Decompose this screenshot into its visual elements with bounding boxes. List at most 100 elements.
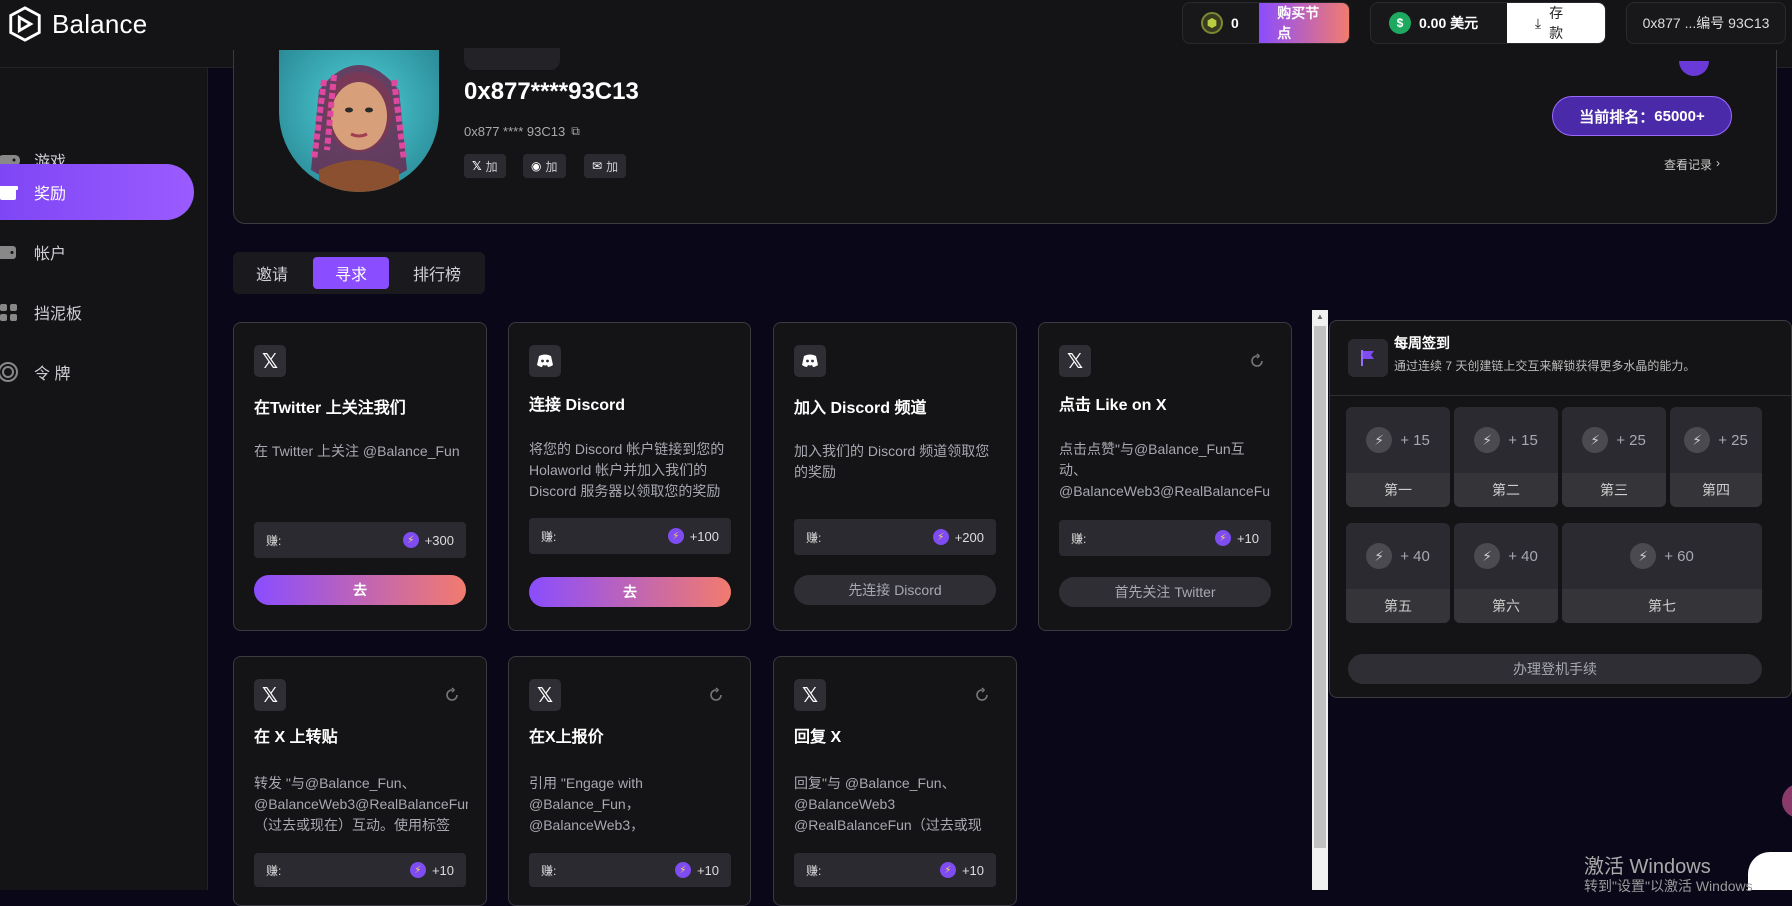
quest-go-button[interactable]: 去 <box>529 577 731 607</box>
bolt-icon: ⚡ <box>674 862 691 878</box>
add-email-button[interactable]: ✉ 加 <box>584 154 627 178</box>
discord-icon <box>794 345 826 377</box>
earn-label: 赚: <box>806 863 822 878</box>
x-icon: 𝕏 <box>794 679 826 711</box>
brand-logo[interactable]: Balance <box>6 4 147 44</box>
quest-title: 在 X 上转贴 <box>254 729 338 746</box>
tab-leaderboard[interactable]: 排行榜 <box>397 257 477 289</box>
balance-group: $ 0.00 美元 <box>1371 12 1507 34</box>
avatar-portrait-icon <box>311 65 407 192</box>
mail-icon: ✉ <box>592 159 603 173</box>
buy-node-button[interactable]: 购买节点 <box>1259 3 1349 43</box>
tab-invite[interactable]: 邀请 <box>241 257 303 289</box>
refresh-icon[interactable] <box>708 687 724 703</box>
dashboard-icon <box>0 304 17 321</box>
sidebar-item-label: 帐户 <box>34 246 67 263</box>
quest-go-button[interactable]: 去 <box>254 575 466 605</box>
day-points: + 25 <box>1616 431 1646 449</box>
earn-points: +200 <box>954 529 984 545</box>
node-count: 0 <box>1231 15 1239 31</box>
bolt-icon: ⚡ <box>1214 530 1231 546</box>
discord-icon <box>529 345 561 377</box>
flag-icon <box>1348 339 1388 377</box>
checkin-divider <box>1330 395 1791 396</box>
refresh-icon[interactable] <box>974 687 990 703</box>
gift-icon <box>0 186 18 200</box>
quest-title: 点击 Like on X <box>1059 397 1167 414</box>
scroll-up-arrow-icon[interactable]: ▲ <box>1314 312 1326 322</box>
follow-twitter-first-button[interactable]: 首先关注 Twitter <box>1059 577 1271 607</box>
copy-icon[interactable]: ⧉ <box>571 124 580 139</box>
bolt-gray-icon: ⚡ <box>1582 427 1609 453</box>
quest-earn-row: 赚: ⚡ +100 <box>529 518 731 554</box>
quest-title: 在X上报价 <box>529 729 604 746</box>
add-email-label: 加 <box>606 159 619 174</box>
profile-address: 0x877 **** 93C13 <box>464 124 566 139</box>
floating-side-button[interactable] <box>1782 784 1792 818</box>
checkin-day-2: ⚡ + 15 第二 <box>1454 407 1558 507</box>
quest-desc: 将您的 Discord 帐户链接到您的 Holaworld 帐户并加入我们的 D… <box>529 441 725 499</box>
sidebar-item-dashboard[interactable]: 挡泥板 <box>0 284 194 340</box>
windows-activation-hint: 转到"设置"以激活 Windows <box>1584 878 1753 894</box>
profile-name: 0x877****93C13 <box>464 78 639 105</box>
deposit-button[interactable]: ⤓ 存款 <box>1506 3 1605 43</box>
sidebar-item-account[interactable]: 帐户 <box>0 224 194 280</box>
sidebar-item-token[interactable]: 令 牌 <box>0 344 194 400</box>
refresh-icon[interactable] <box>444 687 460 703</box>
sidebar-item-rewards[interactable]: 奖励 <box>0 164 194 220</box>
profile-card: 0x877****93C13 0x877 **** 93C13 ⧉ 𝕏加 ◉ 加 … <box>233 48 1777 224</box>
view-history-link[interactable]: 查看记录 › <box>1664 156 1720 173</box>
quest-card-quote: 𝕏 在X上报价 引用 "Engage with @Balance_Fun，@Ba… <box>508 656 751 906</box>
quest-earn-row: 赚: ⚡ +10 <box>794 853 996 887</box>
day-points: + 15 <box>1508 431 1538 449</box>
account-button[interactable]: 0x877 ...编号 93C13 <box>1626 2 1786 44</box>
quest-desc: 引用 "Engage with @Balance_Fun，@BalanceWeb… <box>529 775 645 833</box>
quest-earn-row: 赚: ⚡ +200 <box>794 519 996 555</box>
checkin-subtitle: 通过连续 7 天创建链上交互来解锁获得更多水晶的能力。 <box>1394 359 1696 373</box>
quest-card-join-discord: 加入 Discord 频道 加入我们的 Discord 频道领取您的奖励 赚: ⚡… <box>773 322 1017 631</box>
earn-label: 赚: <box>541 863 557 878</box>
earn-points: +100 <box>689 528 719 544</box>
bolt-gray-icon: ⚡ <box>1630 543 1657 569</box>
quest-card-reply: 𝕏 回复 X 回复"与 @Balance_Fun、@BalanceWeb3 @R… <box>773 656 1017 906</box>
wallet-icon <box>0 246 16 259</box>
quest-earn-row: 赚: ⚡ +10 <box>529 853 731 887</box>
quest-earn-row: 赚: ⚡ +300 <box>254 522 466 558</box>
check-in-button[interactable]: 办理登机手续 <box>1348 654 1762 684</box>
x-icon: 𝕏 <box>472 159 482 173</box>
connect-discord-first-button[interactable]: 先连接 Discord <box>794 575 996 605</box>
deposit-label: 存款 <box>1549 5 1564 41</box>
bolt-gray-icon: ⚡ <box>1474 543 1501 569</box>
quest-desc: 点击点赞"与@Balance_Fun互动、@BalanceWeb3@RealBa… <box>1059 441 1271 499</box>
token-icon <box>0 362 18 382</box>
node-icon: ⬢ <box>1201 12 1223 34</box>
earn-points: +300 <box>424 532 454 548</box>
scrollbar-thumb[interactable] <box>1314 326 1326 848</box>
add-x-button[interactable]: 𝕏加 <box>464 154 506 178</box>
support-chat-button[interactable] <box>1748 852 1792 890</box>
dollar-coin-icon: $ <box>1389 12 1411 34</box>
refresh-icon[interactable] <box>1249 353 1265 369</box>
balance-box: $ 0.00 美元 ⤓ 存款 <box>1370 2 1606 44</box>
earn-points: +10 <box>431 862 454 878</box>
day-points: + 40 <box>1400 547 1430 565</box>
rank-value: 65000+ <box>1654 107 1705 125</box>
quest-title: 回复 X <box>794 729 842 746</box>
balance-value: 0.00 美元 <box>1419 15 1479 31</box>
earn-points: +10 <box>961 862 984 878</box>
balance-logo-icon <box>9 6 41 42</box>
quest-title: 连接 Discord <box>529 397 626 414</box>
checkin-day-4: ⚡ + 25 第四 <box>1670 407 1762 507</box>
bolt-icon: ⚡ <box>667 528 684 544</box>
tab-quests[interactable]: 寻求 <box>313 257 389 289</box>
bolt-gray-icon: ⚡ <box>1366 543 1393 569</box>
rank-label: 当前排名： <box>1579 108 1655 126</box>
quest-card-like-x: 𝕏 点击 Like on X 点击点赞"与@Balance_Fun互动、@Bal… <box>1038 322 1292 631</box>
brand-name: Balance <box>52 8 148 39</box>
quest-earn-row: 赚: ⚡ +10 <box>254 853 466 887</box>
bolt-gray-icon: ⚡ <box>1366 427 1393 453</box>
quest-title: 在Twitter 上关注我们 <box>254 400 406 417</box>
quest-card-follow-twitter: 𝕏 在Twitter 上关注我们 在 Twitter 上关注 @Balance_… <box>233 322 487 631</box>
quest-desc: 在 Twitter 上关注 @Balance_Fun <box>254 443 460 459</box>
add-discord-button[interactable]: ◉ 加 <box>523 154 566 178</box>
